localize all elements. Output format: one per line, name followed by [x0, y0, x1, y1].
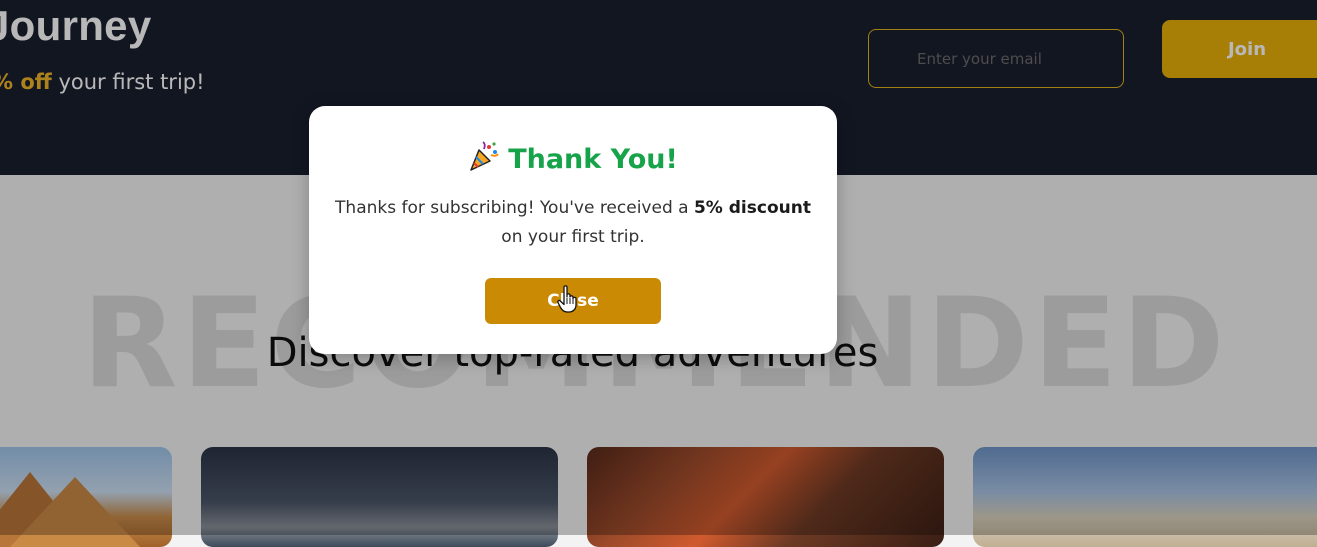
hand-pointer-cursor-icon — [557, 285, 579, 318]
modal-message-start: Thanks for subscribing! You've received … — [335, 198, 694, 218]
modal-message: Thanks for subscribing! You've received … — [329, 194, 817, 252]
modal-message-end: on your first trip. — [501, 227, 645, 247]
modal-title: Thank You! — [309, 140, 837, 179]
party-popper-icon — [468, 140, 500, 179]
modal-title-text: Thank You! — [508, 144, 678, 175]
discount-amount: 5% discount — [693, 198, 811, 218]
